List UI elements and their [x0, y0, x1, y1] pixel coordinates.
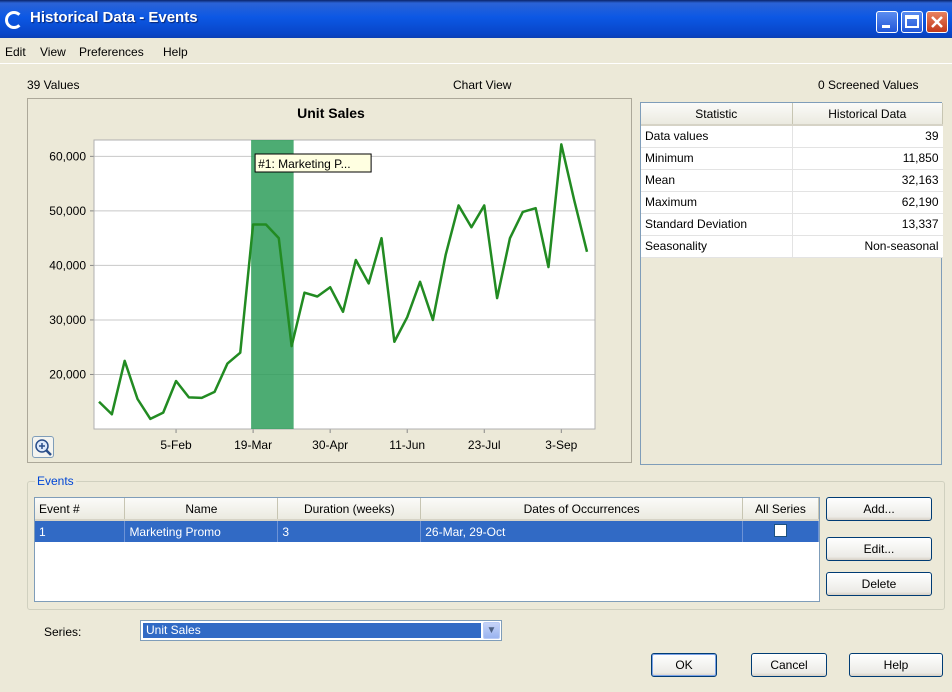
maximize-icon [905, 15, 919, 28]
series-select-value: Unit Sales [143, 623, 481, 638]
app-icon [5, 11, 23, 29]
menu-preferences[interactable]: Preferences [79, 45, 144, 59]
menu-help[interactable]: Help [163, 45, 188, 59]
events-legend: Events [35, 474, 76, 488]
help-button[interactable]: Help [849, 653, 943, 677]
stat-value: 39 [792, 125, 943, 148]
close-button[interactable] [926, 11, 948, 33]
menu-edit[interactable]: Edit [5, 45, 26, 59]
stat-name: Standard Deviation [641, 213, 793, 236]
y-tick-label: 30,000 [49, 313, 86, 327]
menu-view[interactable]: View [40, 45, 66, 59]
series-label: Series: [44, 625, 82, 639]
x-tick-label: 23-Jul [468, 438, 501, 452]
statistics-table: Statistic Historical Data Data values 39 … [641, 103, 943, 258]
statistics-panel: Statistic Historical Data Data values 39 … [640, 102, 943, 465]
table-row: Seasonality Non-seasonal [641, 235, 943, 258]
screened-values: 0 Screened Values [818, 78, 919, 92]
y-tick-label: 40,000 [49, 258, 86, 272]
zoom-button[interactable] [32, 436, 54, 458]
delete-event-button[interactable]: Delete [826, 572, 932, 596]
x-tick-label: 30-Apr [312, 438, 348, 452]
table-row: Data values 39 [641, 125, 943, 148]
stat-name: Mean [641, 169, 793, 192]
x-tick-label: 5-Feb [160, 438, 192, 452]
window-title: Historical Data - Events [30, 9, 198, 26]
edit-event-button[interactable]: Edit... [826, 537, 932, 561]
events-header-num[interactable]: Event # [35, 498, 126, 521]
minimize-icon [882, 25, 890, 28]
stat-value: 62,190 [792, 191, 943, 214]
event-dates[interactable]: 26-Mar, 29-Oct [420, 520, 743, 542]
stat-value: 32,163 [792, 169, 943, 192]
event-label: #1: Marketing P... [258, 157, 351, 171]
stat-value: Non-seasonal [792, 235, 943, 258]
event-all-series-cell[interactable] [742, 520, 819, 542]
events-header-dates[interactable]: Dates of Occurrences [420, 498, 743, 521]
close-icon [931, 16, 943, 28]
y-tick-label: 20,000 [49, 367, 86, 381]
title-bar: Historical Data - Events [0, 0, 952, 38]
cancel-button[interactable]: Cancel [751, 653, 827, 677]
events-header-duration[interactable]: Duration (weeks) [277, 498, 422, 521]
stat-header-historical[interactable]: Historical Data [792, 103, 943, 126]
chevron-down-icon[interactable]: ▼ [483, 622, 500, 639]
event-name[interactable]: Marketing Promo [124, 520, 279, 542]
unit-sales-chart: Unit Sales 20,000 30,000 40,000 50,000 60,000… [49, 105, 596, 452]
plot-border [93, 139, 596, 430]
event-duration[interactable]: 3 [277, 520, 422, 542]
view-label: Chart View [453, 78, 512, 92]
stat-name: Maximum [641, 191, 793, 214]
maximize-button[interactable] [901, 11, 923, 33]
stat-name: Data values [641, 125, 793, 148]
table-row: Mean 32,163 [641, 169, 943, 192]
y-tick-label: 60,000 [49, 149, 86, 163]
y-tick-label: 50,000 [49, 204, 86, 218]
x-tick-label: 11-Jun [389, 438, 425, 452]
minimize-button[interactable] [876, 11, 898, 33]
zoom-in-icon [35, 439, 52, 456]
series-select[interactable]: Unit Sales ▼ [140, 620, 502, 641]
stat-value: 11,850 [792, 147, 943, 170]
stat-name: Minimum [641, 147, 793, 170]
table-row: Standard Deviation 13,337 [641, 213, 943, 236]
stat-header-statistic[interactable]: Statistic [641, 103, 793, 126]
table-row: Minimum 11,850 [641, 147, 943, 170]
events-header-all-series[interactable]: All Series [742, 498, 819, 521]
add-event-button[interactable]: Add... [826, 497, 932, 521]
ok-button[interactable]: OK [651, 653, 717, 677]
series-line-unit-sales [98, 143, 589, 421]
all-series-checkbox[interactable] [774, 523, 787, 537]
menu-bar: Edit View Preferences Help [0, 38, 952, 64]
events-header-name[interactable]: Name [124, 498, 279, 521]
table-row: Maximum 62,190 [641, 191, 943, 214]
stat-value: 13,337 [792, 213, 943, 236]
event-num[interactable]: 1 [35, 520, 126, 542]
table-row[interactable]: 1 Marketing Promo 3 26-Mar, 29-Oct [35, 520, 819, 542]
events-table: Event # Name Duration (weeks) Dates of O… [34, 497, 820, 602]
event-band [251, 140, 294, 429]
events-grid: Event # Name Duration (weeks) Dates of O… [35, 498, 819, 542]
chart-title: Unit Sales [297, 105, 365, 121]
values-count: 39 Values [27, 78, 80, 92]
x-tick-label: 3-Sep [545, 438, 577, 452]
stat-name: Seasonality [641, 235, 793, 258]
x-tick-label: 19-Mar [234, 438, 272, 452]
